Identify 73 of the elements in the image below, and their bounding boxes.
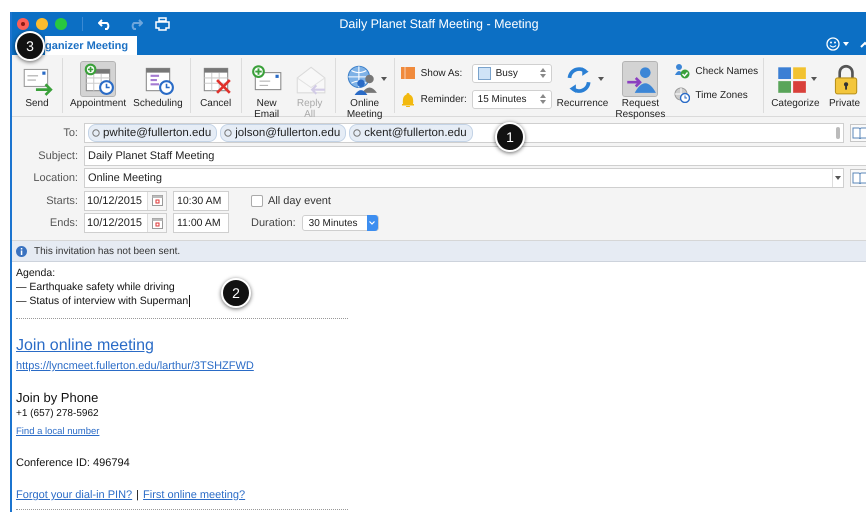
undo-icon[interactable] <box>98 18 112 30</box>
separator: | <box>136 488 140 503</box>
date-field[interactable]: 10/12/2015 <box>84 190 167 210</box>
field-label: Subject: <box>37 150 78 162</box>
close-icon[interactable] <box>17 18 29 30</box>
field-label: Starts: <box>45 194 78 206</box>
scroll-thumb[interactable] <box>836 127 840 139</box>
help-link[interactable]: First online meeting? <box>143 487 246 503</box>
address-book-icon[interactable] <box>850 169 866 187</box>
duration-dropdown[interactable]: 30 Minutes <box>302 215 379 231</box>
date-field[interactable]: 10/12/2015 <box>84 213 167 233</box>
field-label: Ends: <box>48 217 78 229</box>
ribbon-button[interactable]: Time Zones <box>674 85 758 105</box>
calendar-button[interactable] <box>147 214 166 232</box>
phone-number: +1 (657) 278-5962 <box>16 407 100 421</box>
info-icon <box>16 246 27 256</box>
field-label: Duration: <box>251 217 296 229</box>
help-link[interactable]: Forgot your dial-in PIN? <box>16 487 132 503</box>
ribbon-button[interactable]: Appointment <box>68 61 128 109</box>
location-field[interactable]: Online Meeting <box>84 168 844 188</box>
dropdown-field[interactable]: Busy <box>472 64 552 82</box>
ribbon-button[interactable]: Send <box>17 61 57 109</box>
time-field[interactable]: 10:30 AM <box>173 190 229 210</box>
calendar-icon <box>152 195 162 206</box>
globe-clock-icon <box>674 87 690 103</box>
smiley-icon[interactable] <box>826 37 840 51</box>
recipient-chip[interactable]: ckent@fullerton.edu <box>349 124 473 142</box>
field-label: Show As: <box>420 68 464 78</box>
ribbon-tab[interactable]: ganizer Meeting <box>45 36 138 55</box>
dropdown-field[interactable]: 15 Minutes <box>472 90 552 108</box>
stepper-icon <box>540 68 546 78</box>
ribbon-button[interactable]: Check Names <box>674 61 758 81</box>
meeting-url-link[interactable]: https://lyncmeet.fullerton.edu/larthur/3TSHZFWD <box>16 360 254 372</box>
info-message: This invitation has not been sent. <box>34 246 180 256</box>
field-label: Location: <box>32 172 78 184</box>
chevron-down-icon <box>369 221 376 225</box>
subject-field[interactable]: Daily Planet Staff Meeting <box>84 146 866 166</box>
swatch-icon <box>478 66 491 80</box>
ribbon-button[interactable]: Cancel <box>196 61 236 109</box>
all-day-checkbox[interactable]: All day event <box>251 194 331 206</box>
ribbon-button[interactable]: Recurrence <box>554 61 610 109</box>
text-cursor <box>189 295 190 307</box>
status-circle-icon <box>92 129 100 137</box>
address-book-icon[interactable] <box>850 124 866 142</box>
stepper-icon <box>540 94 546 104</box>
calendar-button[interactable] <box>147 192 166 210</box>
status-circle-icon <box>353 129 362 137</box>
ribbon-button[interactable]: Scheduling <box>131 61 185 109</box>
section-heading: Join by Phone <box>16 389 100 407</box>
bell-icon <box>400 92 416 106</box>
conference-id: Conference ID: 496794 <box>16 456 131 471</box>
time-field[interactable]: 11:00 AM <box>173 213 229 233</box>
recipient-chip[interactable]: pwhite@fullerton.edu <box>88 124 218 142</box>
recipient-chip[interactable]: jolson@fullerton.edu <box>220 124 346 142</box>
zoom-icon[interactable] <box>55 18 67 30</box>
ribbon-button[interactable]: Categorize <box>769 61 822 109</box>
status-swatch-icon <box>400 66 416 80</box>
status-circle-icon <box>224 129 232 137</box>
local-number-link[interactable]: Find a local number <box>16 426 100 437</box>
minimize-icon[interactable] <box>36 18 48 30</box>
ribbon-button[interactable]: Private <box>824 61 865 109</box>
caret-icon <box>835 176 841 180</box>
field-label: Reminder: <box>420 94 467 104</box>
people-check-icon <box>674 63 690 79</box>
caret-icon[interactable] <box>843 42 849 46</box>
print-icon[interactable] <box>155 17 170 31</box>
window-title: Daily Planet Staff Meeting - Meeting <box>339 17 539 31</box>
field-label: To: <box>62 127 78 139</box>
agenda-line: — Status of interview with Superman <box>16 294 188 308</box>
agenda-line: Agenda: <box>16 266 56 280</box>
agenda-line: — Earthquake safety while driving <box>16 280 175 294</box>
calendar-icon <box>152 218 162 228</box>
join-meeting-link[interactable]: Join online meeting <box>16 336 862 356</box>
